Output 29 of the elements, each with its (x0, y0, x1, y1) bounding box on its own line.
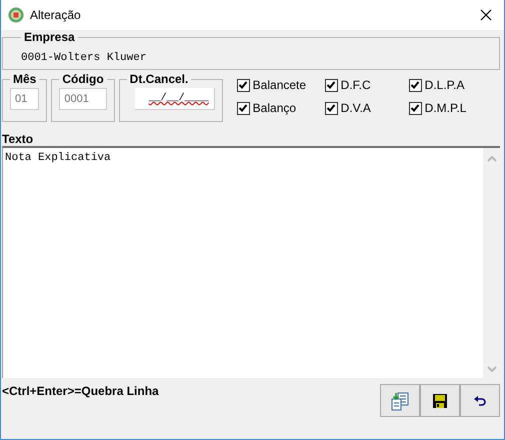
checkbox[interactable] (324, 102, 338, 114)
checkbox-label: D.M.P.L (424, 101, 466, 115)
checkbox-label: D.V.A (340, 101, 371, 115)
checkbox[interactable] (408, 102, 422, 114)
checkbox[interactable] (236, 78, 250, 92)
checkbox[interactable] (408, 78, 422, 92)
group-label: Código (61, 72, 105, 86)
checkbox-label: Balancete (252, 78, 306, 92)
group-label: Empresa (23, 30, 76, 44)
undo-icon (473, 396, 487, 406)
group-label: Mês (12, 72, 38, 86)
texto-label: Texto (2, 132, 34, 146)
checkbox-label: D.L.P.A (424, 78, 464, 92)
text-area[interactable]: Nota Explicativa (2, 146, 500, 378)
checkbox[interactable] (324, 78, 338, 92)
undo-button[interactable] (460, 384, 500, 417)
company-name: 0001-Wolters Kluwer (21, 52, 146, 64)
group-label: Dt.Cancel. (128, 72, 190, 86)
save-button[interactable] (420, 384, 460, 417)
checkbox-label: Balanço (252, 101, 296, 115)
hint-text: <Ctrl+Enter>=Quebra Linha (2, 384, 159, 398)
import-button[interactable] (380, 384, 420, 417)
app-icon (8, 7, 24, 23)
checkbox-label: D.F.C (340, 78, 371, 92)
window-title: Alteração (30, 8, 82, 22)
close-icon[interactable] (480, 9, 492, 21)
date-field[interactable]: __/__/____ (134, 88, 215, 110)
checkbox[interactable] (236, 102, 250, 114)
documents-icon (390, 390, 410, 410)
